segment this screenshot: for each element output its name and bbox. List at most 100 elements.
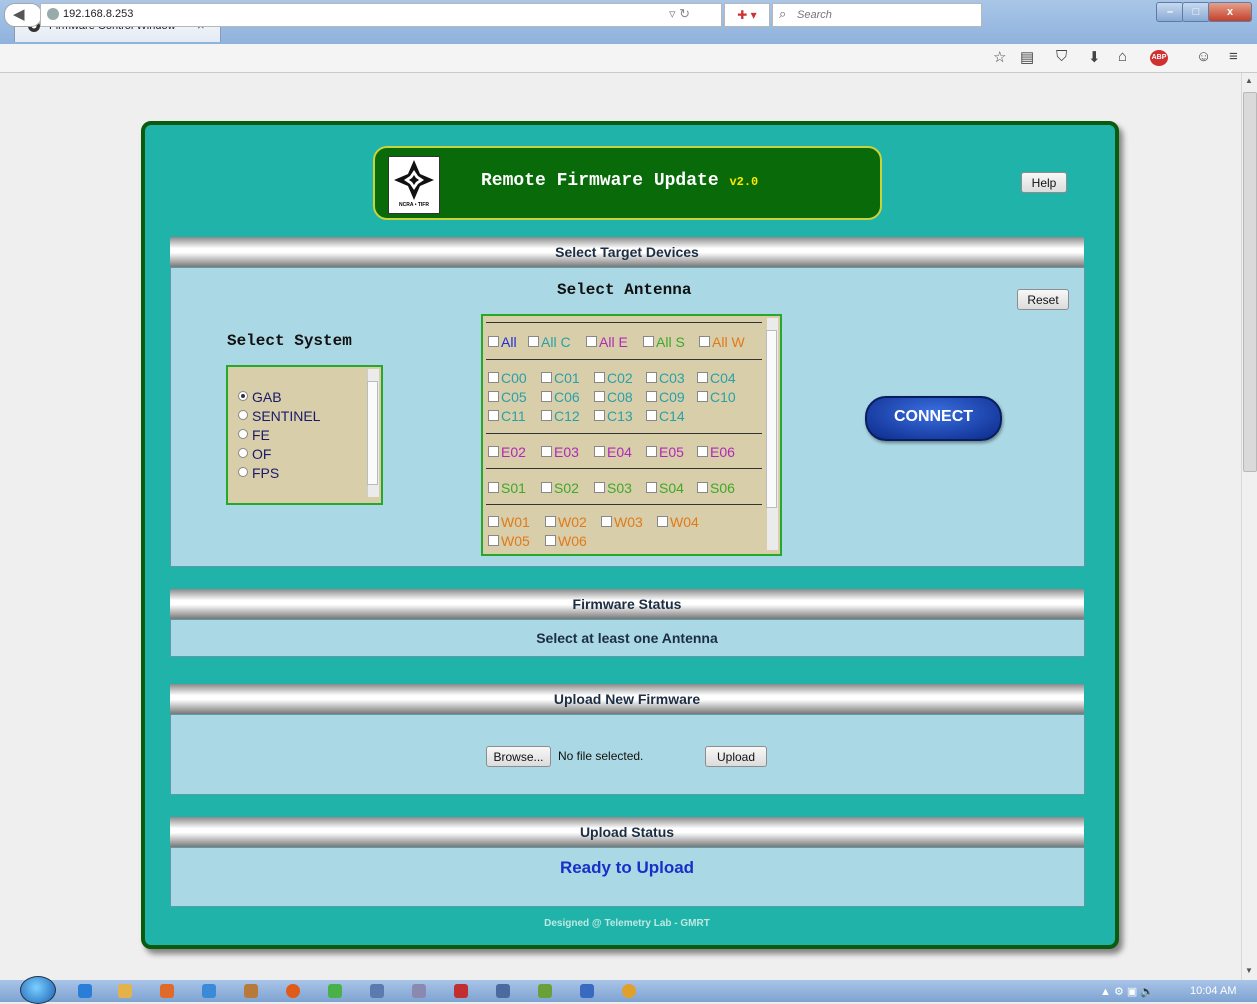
app-icon[interactable] [538, 984, 552, 998]
adblock-icon[interactable]: ABP [1150, 50, 1168, 66]
antenna-checkbox-c00[interactable]: C00 [488, 370, 527, 386]
antenna-checkbox-all-s[interactable]: All S [643, 334, 685, 350]
search-box[interactable]: ⌕ [772, 3, 982, 27]
antenna-checkbox-s04[interactable]: S04 [646, 480, 684, 496]
antenna-checkbox-e05[interactable]: E05 [646, 444, 684, 460]
antenna-checkbox-w02[interactable]: W02 [545, 514, 587, 530]
search-input[interactable] [795, 6, 979, 24]
scroll-up-icon[interactable]: ▲ [1245, 76, 1253, 85]
version-label: v2.0 [729, 175, 759, 189]
antenna-checkbox-all-e[interactable]: All E [586, 334, 628, 350]
download-toggle[interactable]: ✚ ▾ [724, 3, 770, 27]
divider [486, 433, 762, 434]
divider [486, 359, 762, 360]
antenna-checkbox-c10[interactable]: C10 [697, 389, 736, 405]
system-list[interactable]: GAB SENTINEL FE OF FPS [226, 365, 383, 505]
chat-icon[interactable]: ☺ [1196, 48, 1211, 65]
antenna-checkbox-c05[interactable]: C05 [488, 389, 527, 405]
system-option-sentinel[interactable]: SENTINEL [238, 408, 320, 424]
maximize-icon[interactable]: □ [1182, 2, 1210, 22]
pocket-icon[interactable]: ⛉ [1056, 48, 1067, 65]
antenna-checkbox-w01[interactable]: W01 [488, 514, 530, 530]
antenna-checkbox-e04[interactable]: E04 [594, 444, 632, 460]
antenna-checkbox-e06[interactable]: E06 [697, 444, 735, 460]
divider [486, 468, 762, 469]
antenna-list-scroll-thumb[interactable] [766, 330, 777, 508]
start-button[interactable] [20, 976, 56, 1004]
antenna-list[interactable]: All All C All E All S All W C00 C01 C02 C03 C04 C0… [481, 314, 782, 556]
antenna-checkbox-all[interactable]: All [488, 334, 517, 350]
firefox-icon[interactable] [286, 984, 300, 998]
antenna-checkbox-c12[interactable]: C12 [541, 408, 580, 424]
system-option-fe[interactable]: FE [238, 427, 270, 443]
logo-caption: NCRA • TIFR [399, 202, 429, 208]
home-icon[interactable]: ⌂ [1118, 48, 1127, 65]
media-icon[interactable] [160, 984, 174, 998]
reset-button[interactable]: Reset [1017, 289, 1069, 310]
system-option-gab[interactable]: GAB [238, 389, 282, 405]
checkbox-icon [646, 446, 657, 457]
app-icon[interactable] [370, 984, 384, 998]
app-icon[interactable] [328, 984, 342, 998]
scrollbar-thumb[interactable] [1243, 92, 1257, 472]
scroll-down-icon[interactable]: ▼ [1245, 966, 1253, 975]
divider [486, 322, 762, 323]
app-icon[interactable] [580, 984, 594, 998]
system-option-of[interactable]: OF [238, 446, 271, 462]
chrome-icon[interactable] [622, 984, 636, 998]
antenna-checkbox-e02[interactable]: E02 [488, 444, 526, 460]
checkbox-icon [488, 516, 499, 527]
app-icon[interactable] [412, 984, 426, 998]
antenna-checkbox-w03[interactable]: W03 [601, 514, 643, 530]
address-bar[interactable]: 192.168.8.253 ▿ ↻ [40, 3, 722, 27]
antenna-checkbox-all-w[interactable]: All W [699, 334, 745, 350]
checkbox-icon [646, 391, 657, 402]
close-window-icon[interactable]: x [1208, 2, 1252, 22]
antenna-checkbox-w05[interactable]: W05 [488, 533, 530, 549]
antenna-checkbox-c01[interactable]: C01 [541, 370, 580, 386]
antenna-checkbox-c11[interactable]: C11 [488, 408, 526, 424]
antenna-checkbox-c04[interactable]: C04 [697, 370, 736, 386]
antenna-checkbox-c06[interactable]: C06 [541, 389, 580, 405]
connect-button[interactable]: CONNECT [865, 396, 1002, 441]
app-icon[interactable] [244, 984, 258, 998]
app-icon[interactable] [496, 984, 510, 998]
antenna-checkbox-all-c[interactable]: All C [528, 334, 571, 350]
checkbox-icon [541, 391, 552, 402]
antenna-checkbox-c08[interactable]: C08 [594, 389, 633, 405]
antenna-checkbox-c02[interactable]: C02 [594, 370, 633, 386]
help-button[interactable]: Help [1021, 172, 1067, 193]
reading-list-icon[interactable]: ▤ [1020, 48, 1034, 66]
taskbar-clock: 10:04 AM [1190, 985, 1237, 997]
browse-button[interactable]: Browse... [486, 746, 551, 767]
radio-icon [238, 429, 248, 439]
radio-selected-icon [238, 391, 248, 401]
antenna-checkbox-w04[interactable]: W04 [657, 514, 699, 530]
antenna-checkbox-e03[interactable]: E03 [541, 444, 579, 460]
app-icon[interactable] [202, 984, 216, 998]
reload-icon[interactable]: ▿ ↻ [669, 6, 690, 22]
navigation-bar [0, 44, 1257, 73]
download-icon[interactable]: ⬇ [1088, 48, 1101, 66]
antenna-checkbox-c09[interactable]: C09 [646, 389, 685, 405]
antenna-checkbox-s03[interactable]: S03 [594, 480, 632, 496]
antenna-checkbox-s06[interactable]: S06 [697, 480, 735, 496]
explorer-icon[interactable] [118, 984, 132, 998]
ie-icon[interactable] [78, 984, 92, 998]
system-list-scroll-thumb[interactable] [367, 381, 378, 485]
antenna-checkbox-c14[interactable]: C14 [646, 408, 685, 424]
upload-button[interactable]: Upload [705, 746, 767, 767]
system-tray-icons[interactable]: ▲ ⚙ ▣ 🔈 [1100, 985, 1154, 998]
system-option-fps[interactable]: FPS [238, 465, 279, 481]
checkbox-icon [488, 482, 499, 493]
antenna-checkbox-c13[interactable]: C13 [594, 408, 633, 424]
bookmark-star-icon[interactable]: ☆ [993, 48, 1006, 66]
app-icon[interactable] [454, 984, 468, 998]
minimize-icon[interactable]: – [1156, 2, 1184, 22]
back-button[interactable]: ◀ [4, 3, 42, 27]
antenna-checkbox-s01[interactable]: S01 [488, 480, 526, 496]
menu-icon[interactable]: ≡ [1229, 48, 1238, 65]
antenna-checkbox-w06[interactable]: W06 [545, 533, 587, 549]
antenna-checkbox-s02[interactable]: S02 [541, 480, 579, 496]
antenna-checkbox-c03[interactable]: C03 [646, 370, 685, 386]
